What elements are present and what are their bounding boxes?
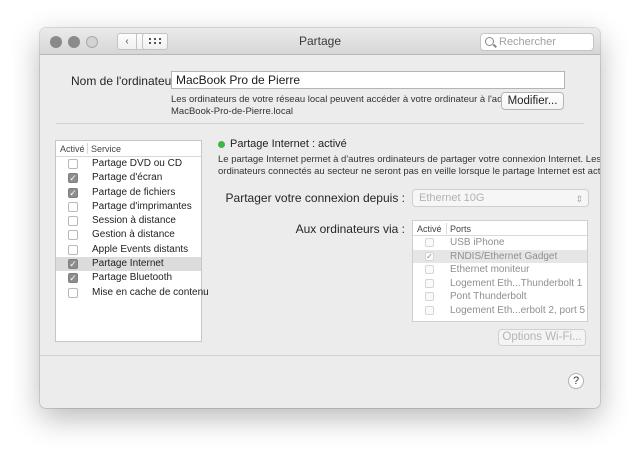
- service-row[interactable]: ✓ Partage Bluetooth: [56, 271, 201, 285]
- service-row[interactable]: Mise en cache de contenu: [56, 286, 209, 300]
- port-checkbox[interactable]: [425, 238, 434, 247]
- service-name: Partage de fichiers: [92, 186, 176, 198]
- col-ports-header: Ports: [450, 224, 472, 234]
- port-name: RNDIS/Ethernet Gadget: [450, 250, 558, 262]
- wifi-options-button[interactable]: Options Wi-Fi...: [498, 329, 586, 346]
- service-checkbox[interactable]: [68, 201, 78, 212]
- service-name: Partage DVD ou CD: [92, 158, 183, 169]
- service-name: Partage Bluetooth: [92, 272, 173, 284]
- port-name: Logement Eth...erbolt 2, port 5: [450, 304, 586, 316]
- service-row[interactable]: Session à distance: [56, 214, 201, 228]
- service-checkbox[interactable]: ✓: [68, 173, 78, 184]
- service-row[interactable]: Partage DVD ou CD: [56, 157, 201, 171]
- status-indicator-icon: [218, 141, 225, 148]
- service-checkbox[interactable]: [68, 244, 78, 255]
- service-row[interactable]: Apple Events distants: [56, 243, 201, 257]
- updown-chevron-icon: ⇕: [575, 194, 583, 204]
- service-name: Mise en cache de contenu: [92, 286, 209, 298]
- share-from-select[interactable]: Ethernet 10G ⇕: [412, 189, 589, 207]
- service-row[interactable]: ✓ Partage d'écran: [56, 171, 201, 185]
- service-name: Partage Internet: [92, 258, 164, 270]
- title-bar: ‹ › Partage Rechercher: [40, 28, 600, 55]
- port-row[interactable]: Pont Thunderbolt: [413, 290, 587, 304]
- port-row[interactable]: Logement Eth...erbolt 2, port 5: [413, 304, 587, 318]
- service-row[interactable]: ✓ Partage Internet: [56, 257, 201, 272]
- divider: [40, 355, 600, 356]
- port-row[interactable]: USB iPhone: [413, 236, 587, 250]
- search-field[interactable]: Rechercher: [480, 33, 594, 51]
- port-name: USB iPhone: [450, 237, 505, 248]
- service-checkbox[interactable]: [68, 287, 78, 298]
- service-name: Apple Events distants: [92, 243, 189, 255]
- service-name: Gestion à distance: [92, 229, 175, 241]
- computer-name-input[interactable]: MacBook Pro de Pierre: [171, 71, 565, 89]
- service-name: Session à distance: [92, 215, 176, 227]
- ports-list: Activé Ports USB iPhone ✓ RNDIS/Ethernet G…: [412, 220, 588, 322]
- col-active-header: Activé: [60, 144, 85, 154]
- services-list: Activé Service Partage DVD ou CD ✓ Partage…: [55, 140, 209, 342]
- service-row[interactable]: ✓ Partage de fichiers: [56, 186, 201, 200]
- service-row[interactable]: Gestion à distance: [56, 228, 201, 242]
- modify-button[interactable]: Modifier...: [501, 92, 564, 110]
- port-name: Logement Eth...Thunderbolt 1: [450, 277, 583, 289]
- port-row[interactable]: ✓ RNDIS/Ethernet Gadget: [413, 249, 587, 263]
- service-name: Partage d'écran: [92, 172, 163, 184]
- search-placeholder: Rechercher: [499, 36, 556, 48]
- port-checkbox[interactable]: ✓: [425, 251, 434, 261]
- sharing-window: ‹ › Partage Rechercher Nom de l'ordinate…: [40, 28, 600, 408]
- computer-name-label: Nom de l'ordinateur :: [70, 74, 182, 88]
- port-checkbox[interactable]: [425, 278, 434, 288]
- share-from-label: Partager votre connexion depuis :: [225, 191, 405, 205]
- divider: [56, 123, 584, 124]
- port-name: Pont Thunderbolt: [450, 291, 527, 302]
- port-name: Ethernet moniteur: [450, 264, 530, 275]
- col-service-header: Service: [91, 144, 122, 154]
- port-row[interactable]: Logement Eth...Thunderbolt 1: [413, 277, 587, 291]
- port-checkbox[interactable]: [425, 292, 434, 301]
- service-name: Partage d'imprimantes: [92, 200, 192, 212]
- services-header: Activé Service: [56, 141, 201, 157]
- to-computers-via-label: Aux ordinateurs via :: [295, 222, 405, 236]
- port-checkbox[interactable]: [425, 265, 434, 274]
- service-checkbox[interactable]: ✓: [68, 259, 78, 270]
- service-status: Partage Internet : activé: [230, 138, 347, 150]
- service-checkbox[interactable]: [68, 159, 78, 169]
- service-row[interactable]: Partage d'imprimantes: [56, 200, 201, 214]
- service-checkbox[interactable]: ✓: [68, 187, 78, 198]
- port-row[interactable]: Ethernet moniteur: [413, 263, 587, 277]
- local-address-info: Les ordinateurs de votre réseau local pe…: [171, 94, 531, 117]
- col-active-header: Activé: [417, 224, 442, 234]
- service-checkbox[interactable]: [68, 216, 78, 227]
- service-description: Le partage Internet permet à d'autres or…: [218, 154, 600, 177]
- ports-header: Activé Ports: [413, 221, 587, 236]
- service-checkbox[interactable]: [68, 230, 78, 241]
- search-icon: [485, 37, 494, 46]
- port-checkbox[interactable]: [425, 305, 434, 315]
- help-button[interactable]: ?: [568, 373, 584, 389]
- service-checkbox[interactable]: ✓: [68, 273, 78, 284]
